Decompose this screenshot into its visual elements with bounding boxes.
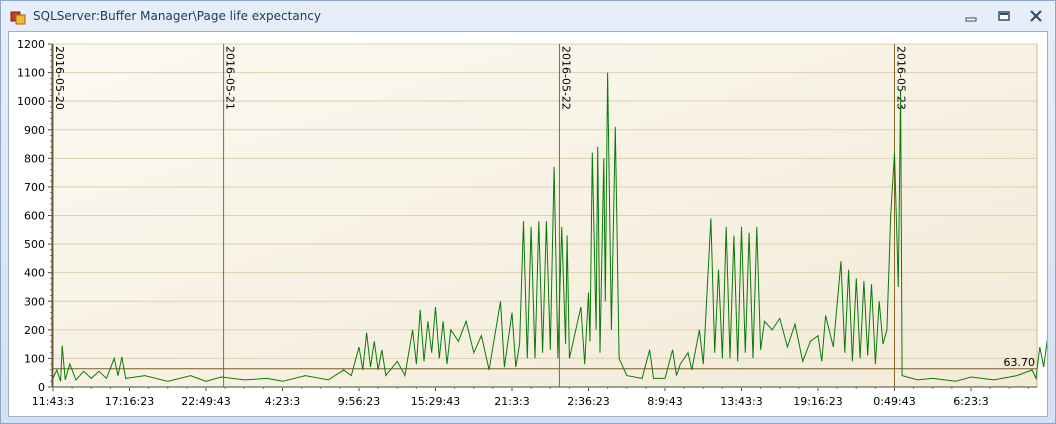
chart-area: 0 100 200 300 400 500 600 700 800 900 1000 1100 1200… bbox=[8, 31, 1050, 417]
restore-button[interactable] bbox=[995, 7, 1013, 25]
x-tick-label: 11:43:3 bbox=[32, 395, 74, 408]
y-tick-label: 400 bbox=[24, 267, 45, 280]
y-tick-label: 800 bbox=[24, 152, 45, 165]
close-icon bbox=[1030, 10, 1042, 22]
line-chart: 0 100 200 300 400 500 600 700 800 900 1000 1100 1200… bbox=[17, 38, 1050, 408]
restore-icon bbox=[998, 11, 1010, 21]
y-axis: 0 100 200 300 400 500 600 700 800 900 1000 1100 1200 bbox=[17, 38, 53, 394]
x-tick-label: 17:16:23 bbox=[105, 395, 154, 408]
x-tick-label: 9:56:23 bbox=[338, 395, 380, 408]
minimize-icon bbox=[965, 17, 977, 22]
y-tick-label: 1000 bbox=[17, 95, 45, 108]
x-tick-label: 15:29:43 bbox=[411, 395, 460, 408]
y-tick-label: 500 bbox=[24, 238, 45, 251]
x-tick-label: 0:49:43 bbox=[873, 395, 915, 408]
x-tick-label: 22:49:43 bbox=[181, 395, 230, 408]
date-marker-label: 2016-05-20 bbox=[53, 46, 66, 110]
x-tick-label: 6:23:3 bbox=[953, 395, 988, 408]
y-tick-label: 1100 bbox=[17, 67, 45, 80]
x-axis: 11:43:3 17:16:23 22:49:43 4:23:3 9:56:23 15:2… bbox=[32, 386, 1037, 408]
window-title: SQLServer:Buffer Manager\Page life expec… bbox=[33, 9, 321, 23]
y-tick-label: 900 bbox=[24, 124, 45, 137]
y-tick-label: 300 bbox=[24, 295, 45, 308]
y-tick-label: 0 bbox=[38, 381, 45, 394]
reference-line-label: 63.70 bbox=[1004, 356, 1036, 369]
close-button[interactable] bbox=[1027, 7, 1045, 25]
date-marker-label: 2016-05-22 bbox=[559, 46, 572, 110]
x-tick-label: 4:23:3 bbox=[265, 395, 300, 408]
y-tick-label: 1200 bbox=[17, 38, 45, 51]
y-tick-label: 100 bbox=[24, 352, 45, 365]
minimize-button[interactable] bbox=[962, 7, 980, 25]
x-tick-label: 13:43:3 bbox=[720, 395, 762, 408]
y-tick-label: 600 bbox=[24, 210, 45, 223]
app-icon bbox=[10, 9, 26, 25]
y-tick-label: 200 bbox=[24, 324, 45, 337]
date-marker-label: 2016-05-21 bbox=[224, 46, 237, 110]
y-tick-label: 700 bbox=[24, 181, 45, 194]
x-tick-label: 2:36:23 bbox=[567, 395, 609, 408]
chart-window: SQLServer:Buffer Manager\Page life expec… bbox=[0, 0, 1056, 424]
x-tick-label: 19:16:23 bbox=[793, 395, 842, 408]
x-tick-label: 8:9:43 bbox=[647, 395, 682, 408]
x-tick-label: 21:3:3 bbox=[494, 395, 529, 408]
title-bar[interactable]: SQLServer:Buffer Manager\Page life expec… bbox=[1, 1, 1055, 31]
